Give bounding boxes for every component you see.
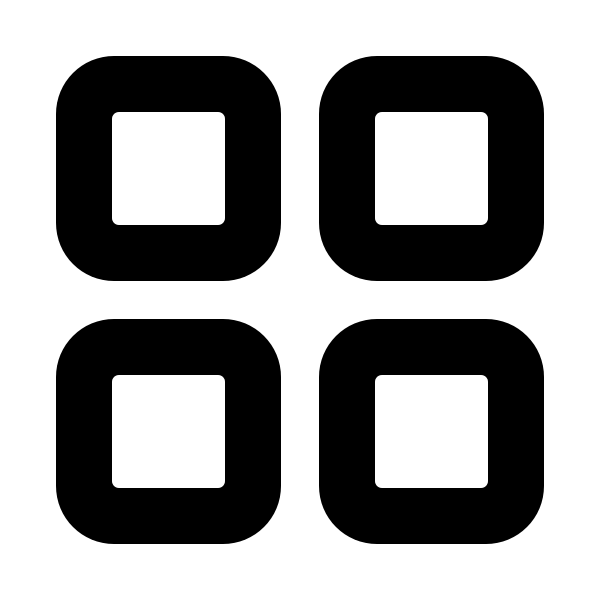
- grid-tile-bottom-right: [319, 319, 544, 544]
- grid-tile-bottom-left: [56, 319, 281, 544]
- grid-tile-top-left: [56, 56, 281, 281]
- grid-tile-top-right-hole: [375, 112, 488, 225]
- grid-tile-top-left-hole: [112, 112, 225, 225]
- grid-icon: [56, 56, 544, 544]
- grid-tile-bottom-left-hole: [112, 375, 225, 488]
- icon-canvas: [0, 0, 600, 600]
- grid-tile-top-right: [319, 56, 544, 281]
- grid-tile-bottom-right-hole: [375, 375, 488, 488]
